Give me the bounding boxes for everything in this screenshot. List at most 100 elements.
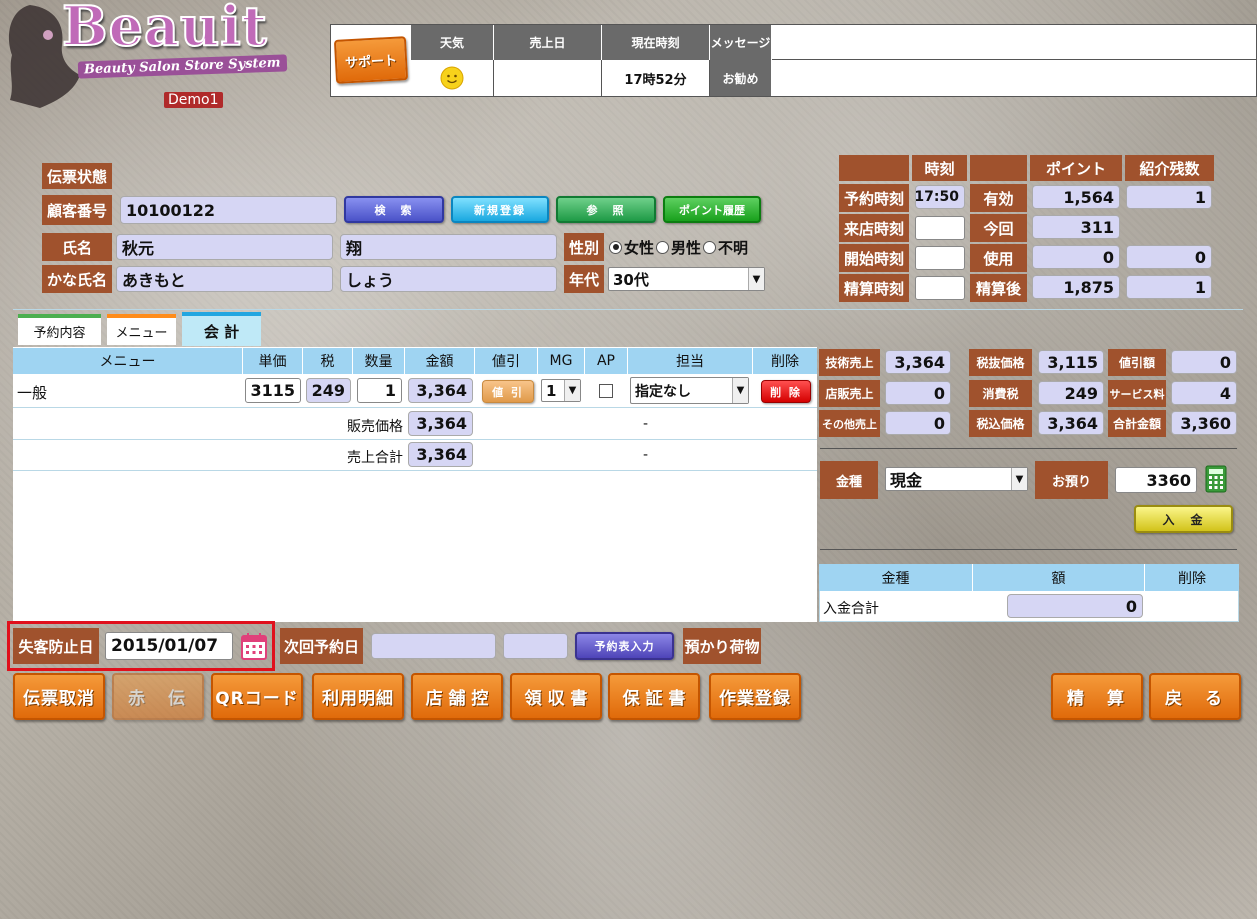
kana-last-field[interactable]: あきもと xyxy=(116,266,333,292)
current-time-header: 現在時刻 xyxy=(602,25,710,60)
col-discount: 値引 xyxy=(475,348,538,374)
message-field xyxy=(772,25,1256,60)
staff-select[interactable]: 指定なし ▼ xyxy=(630,377,749,404)
other-sales-label: その他売上 xyxy=(819,410,880,437)
search-button[interactable]: 検 索 xyxy=(344,196,444,223)
checkout-time-label: 精算時刻 xyxy=(839,274,909,302)
gender-male-radio[interactable] xyxy=(656,240,670,254)
next-reservation-date-field[interactable] xyxy=(371,633,496,659)
col-mg: MG xyxy=(538,348,585,374)
calculator-icon[interactable] xyxy=(1205,465,1227,493)
first-name-field[interactable]: 翔 xyxy=(340,234,557,260)
gender-female-radio[interactable] xyxy=(609,240,622,254)
sale-price-dash: - xyxy=(643,416,649,432)
delete-row-button[interactable]: 削 除 xyxy=(761,380,811,403)
visit-time-label: 来店時刻 xyxy=(839,214,909,242)
tax-field: 249 xyxy=(306,378,351,403)
recommend-label: お勧め xyxy=(710,60,772,96)
referral-valid-field: 1 xyxy=(1126,185,1212,209)
referral-used-field[interactable]: 0 xyxy=(1126,245,1212,269)
tab-menu[interactable]: メニュー xyxy=(107,314,176,345)
visit-time-field[interactable] xyxy=(915,216,965,240)
luggage-button[interactable]: 預かり荷物 xyxy=(683,628,761,664)
gender-radio-group: 女性 男性 不明 xyxy=(609,236,748,258)
back-button[interactable]: 戻 る xyxy=(1149,673,1241,720)
tab-accounting[interactable]: 会 計 xyxy=(182,312,261,346)
cancel-slip-button[interactable]: 伝票取消 xyxy=(13,673,105,720)
age-label: 年代 xyxy=(564,265,604,293)
ap-checkbox[interactable] xyxy=(599,384,613,398)
checkout-button[interactable]: 精 算 xyxy=(1051,673,1143,720)
gender-label: 性別 xyxy=(564,233,604,261)
name-label: 氏名 xyxy=(42,233,112,261)
calendar-icon[interactable] xyxy=(241,632,267,660)
sales-date-value xyxy=(494,60,602,96)
churn-date-field[interactable]: 2015/01/07 xyxy=(105,632,233,660)
unit-price-field[interactable]: 3115 xyxy=(245,378,301,403)
store-copy-button[interactable]: 店 舗 控 xyxy=(411,673,503,720)
payment-type-select[interactable]: 現金 ▼ xyxy=(885,467,1028,491)
used-points-field[interactable]: 0 xyxy=(1032,245,1120,269)
weather-header: 天気 xyxy=(411,25,494,60)
discount-button[interactable]: 値 引 xyxy=(482,380,534,403)
mg-select[interactable]: 1 ▼ xyxy=(541,379,581,402)
service-fee-label: サービス料 xyxy=(1108,380,1166,407)
checkout-time-field[interactable] xyxy=(915,276,965,300)
customer-number-field[interactable]: 10100122 xyxy=(120,196,337,224)
kana-first-field[interactable]: しょう xyxy=(340,266,557,292)
used-points-label: 使用 xyxy=(970,244,1027,272)
start-time-field[interactable] xyxy=(915,246,965,270)
col-ap: AP xyxy=(585,348,628,374)
slip-status-label: 伝票状態 xyxy=(42,163,112,189)
gender-male-label: 男性 xyxy=(671,238,702,257)
valid-points-label: 有効 xyxy=(970,184,1027,212)
quantity-field[interactable]: 1 xyxy=(357,378,402,403)
next-reservation-label: 次回予約日 xyxy=(280,628,363,664)
payment-col-type: 金種 xyxy=(819,564,973,591)
reserve-time-field[interactable]: 17:50 xyxy=(915,185,965,209)
consumption-tax-field: 249 xyxy=(1038,381,1104,405)
after-checkout-label: 精算後 xyxy=(970,274,1027,302)
chevron-down-icon: ▼ xyxy=(1011,468,1027,490)
amount-field: 3,364 xyxy=(408,378,473,403)
last-name-field[interactable]: 秋元 xyxy=(116,234,333,260)
times-panel: 時刻 ポイント 紹介残数 予約時刻 17:50 有効 1,564 1 来店時刻 … xyxy=(839,155,1214,303)
point-header: ポイント xyxy=(1030,155,1122,181)
app-subtitle: Beauty Salon Store System xyxy=(77,54,287,79)
sales-total-label: 売上合計 xyxy=(347,450,403,466)
reference-button[interactable]: 参 照 xyxy=(556,196,656,223)
enter-payment-button[interactable]: 入 金 xyxy=(1134,505,1233,533)
support-button[interactable]: サポート xyxy=(333,36,409,84)
red-slip-button[interactable]: 赤 伝 xyxy=(112,673,204,720)
warranty-button[interactable]: 保 証 書 xyxy=(608,673,700,720)
deposit-field[interactable]: 3360 xyxy=(1115,467,1197,493)
next-reservation-time-field[interactable] xyxy=(503,633,568,659)
sale-price-field: 3,364 xyxy=(408,411,473,436)
tax-included-field: 3,364 xyxy=(1038,411,1104,435)
receipt-button[interactable]: 領 収 書 xyxy=(510,673,602,720)
sun-icon xyxy=(440,66,464,90)
work-register-button[interactable]: 作業登録 xyxy=(709,673,801,720)
tech-sales-field: 3,364 xyxy=(885,350,951,374)
qr-code-button[interactable]: QRコード xyxy=(211,673,303,720)
service-fee-field: 4 xyxy=(1171,381,1237,405)
discount-amount-label: 値引額 xyxy=(1108,349,1166,376)
kana-name-label: かな氏名 xyxy=(42,265,112,293)
point-history-button[interactable]: ポイント履歴 xyxy=(663,196,761,223)
usage-details-button[interactable]: 利用明細 xyxy=(312,673,404,720)
tab-reservation[interactable]: 予約内容 xyxy=(18,314,101,345)
sales-total-dash: - xyxy=(643,447,649,463)
tech-sales-label: 技術売上 xyxy=(819,349,880,376)
pre-tax-field: 3,115 xyxy=(1038,350,1104,374)
new-register-button[interactable]: 新規登録 xyxy=(451,196,549,223)
customer-number-label: 顧客番号 xyxy=(42,195,112,225)
chevron-down-icon: ▼ xyxy=(564,380,580,401)
logo-area: Beauit Beauty Salon Store System Demo1 xyxy=(0,0,330,112)
sale-price-label: 販売価格 xyxy=(347,419,403,435)
divider-line xyxy=(820,448,1237,449)
gender-unknown-radio[interactable] xyxy=(703,240,717,254)
reservation-input-button[interactable]: 予約表入力 xyxy=(575,632,674,660)
other-sales-field: 0 xyxy=(885,411,951,435)
age-select[interactable]: 30代 ▼ xyxy=(608,267,765,291)
reserve-time-label: 予約時刻 xyxy=(839,184,909,212)
